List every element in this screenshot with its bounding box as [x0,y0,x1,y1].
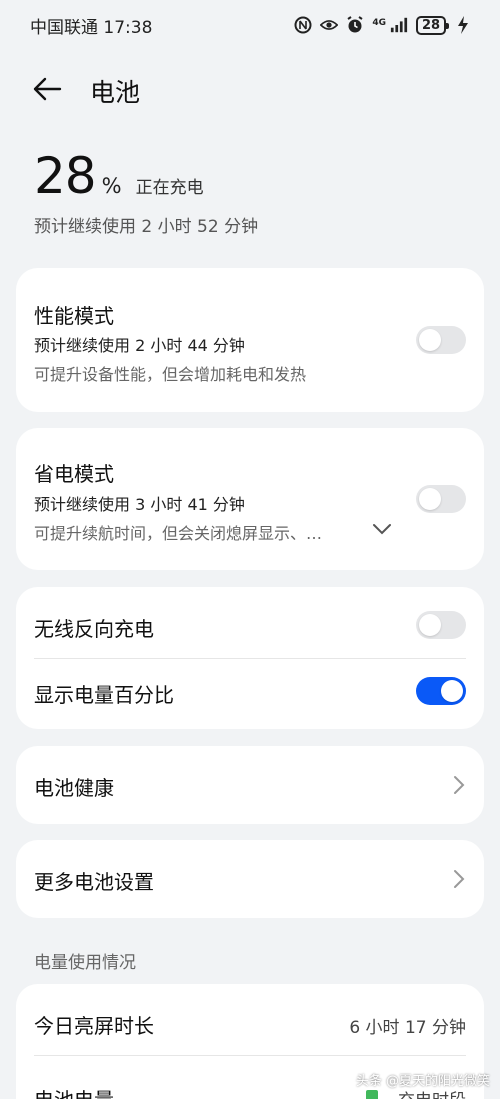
more-battery-settings-row[interactable]: 更多电池设置 [16,840,484,918]
wireless-reverse-toggle[interactable] [416,611,466,639]
show-percentage-label: 显示电量百分比 [34,683,174,707]
battery-percent: 28 [34,147,97,205]
power-saving-desc: 可提升续航时间，但会关闭熄屏显示、… [34,524,323,543]
chevron-right-icon [454,776,465,794]
power-saving-card[interactable]: 省电模式 预计继续使用 3 小时 41 分钟 可提升续航时间，但会关闭熄屏显示、… [16,428,484,570]
charging-legend-swatch [366,1090,378,1099]
power-saving-title: 省电模式 [34,462,114,486]
battery-summary: 28 % 正在充电 预计继续使用 2 小时 52 分钟 [34,148,258,237]
percent-sign: % [101,174,122,198]
toggle-knob [441,680,463,702]
back-arrow-icon [33,77,62,101]
status-right: 4G 28 [294,15,472,35]
network-type: 4G [372,17,386,28]
screen-time-label: 今日亮屏时长 [34,1014,154,1038]
alarm-icon [346,16,364,34]
toggle-knob [419,614,441,636]
battery-health-row[interactable]: 电池健康 [16,746,484,824]
charging-status: 正在充电 [135,178,204,198]
usage-section-title: 电量使用情况 [34,953,136,973]
power-saving-estimate: 预计继续使用 3 小时 41 分钟 [34,495,245,514]
performance-mode-desc: 可提升设备性能，但会增加耗电和发热 [34,365,307,384]
battery-level-badge: 28 [416,15,449,35]
divider [34,1055,466,1056]
status-bar: 中国联通 17:38 4G 28 [0,0,500,50]
eye-comfort-icon [320,16,339,34]
expand-chevron-icon[interactable] [372,522,392,536]
wireless-reverse-label: 无线反向充电 [34,617,154,641]
percent-row: 28 % 正在充电 [34,148,258,204]
carrier-time: 中国联通 17:38 [30,17,153,38]
watermark: 头条 @夏天的阳光微笑 [355,1074,490,1089]
battery-level-label: 电池电量 [34,1084,114,1099]
status-left: 中国联通 17:38 [30,13,152,38]
signal-icon [390,16,408,34]
toggle-knob [419,488,441,510]
toggle-knob [419,329,441,351]
performance-mode-card[interactable]: 性能模式 预计继续使用 2 小时 44 分钟 可提升设备性能，但会增加耗电和发热 [16,268,484,412]
show-percentage-toggle[interactable] [416,677,466,705]
power-saving-toggle[interactable] [416,485,466,513]
charging-bolt-icon [454,16,472,34]
remaining-time: 预计继续使用 2 小时 52 分钟 [34,217,259,237]
battery-health-label: 电池健康 [34,776,114,800]
display-toggles-card: 无线反向充电 显示电量百分比 [16,587,484,729]
top-app-bar: 电池 [0,62,500,116]
performance-mode-toggle[interactable] [416,326,466,354]
nfc-icon [294,16,312,34]
back-button[interactable] [32,74,66,104]
chevron-right-icon [454,870,465,888]
screen-time-value: 6 小时 17 分钟 [349,1018,466,1038]
page-title: 电池 [90,78,141,107]
performance-mode-estimate: 预计继续使用 2 小时 44 分钟 [34,336,245,355]
performance-mode-title: 性能模式 [34,304,114,328]
divider [34,658,466,659]
more-settings-label: 更多电池设置 [34,870,154,894]
